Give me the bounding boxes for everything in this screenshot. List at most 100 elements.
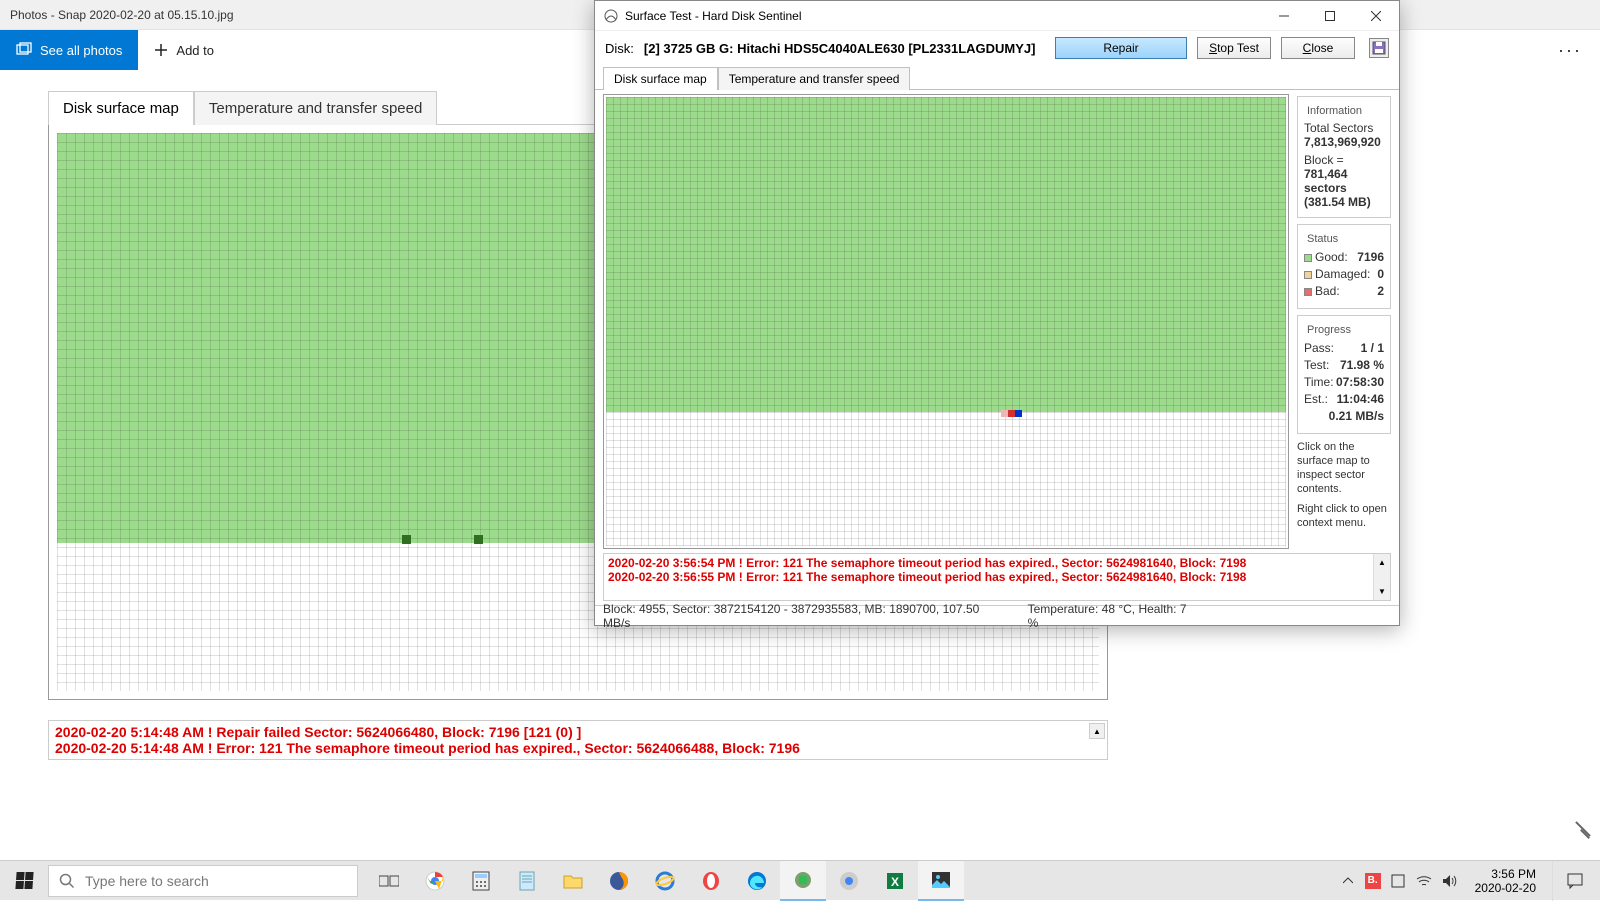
log-scrollbar[interactable]: ▲ ▼	[1373, 554, 1390, 600]
map-damaged-cell	[1001, 410, 1008, 417]
hdsentinel-icon[interactable]	[780, 861, 826, 901]
bg-tab-surface-map: Disk surface map	[48, 91, 194, 125]
excel-icon[interactable]: X	[872, 861, 918, 901]
status-bar: Block: 4955, Sector: 3872154120 - 387293…	[595, 605, 1399, 625]
ie-icon[interactable]	[642, 861, 688, 901]
search-placeholder: Type here to search	[85, 873, 209, 889]
bg-log-line-1: 2020-02-20 5:14:48 AM ! Repair failed Se…	[55, 724, 1101, 740]
hint-click: Click on the surface map to inspect sect…	[1297, 440, 1391, 496]
tab-temperature[interactable]: Temperature and transfer speed	[718, 67, 911, 90]
tray-clock[interactable]: 3:56 PM 2020-02-20	[1467, 867, 1544, 895]
tray-time: 3:56 PM	[1475, 867, 1536, 881]
tray-date: 2020-02-20	[1475, 881, 1536, 895]
close-button[interactable]: Close	[1281, 37, 1355, 59]
scroll-down-icon[interactable]: ▼	[1374, 583, 1390, 600]
good-label: Good:	[1315, 249, 1348, 266]
est-label: Est.:	[1304, 391, 1328, 408]
start-button[interactable]	[0, 861, 48, 901]
windows-logo-icon	[15, 872, 33, 889]
est-value: 11:04:46	[1337, 391, 1384, 408]
test-label: Test:	[1304, 357, 1329, 374]
opera-icon[interactable]	[688, 861, 734, 901]
log-line-2: 2020-02-20 3:56:55 PM ! Error: 121 The s…	[608, 570, 1370, 584]
tab-surface-map[interactable]: Disk surface map	[603, 67, 718, 90]
progress-fieldset: Progress Pass:1 / 1 Test:71.98 % Time:07…	[1297, 315, 1391, 434]
notepad-icon[interactable]	[504, 861, 550, 901]
hint-rightclick: Right click to open context menu.	[1297, 502, 1391, 530]
calculator-icon[interactable]	[458, 861, 504, 901]
chrome-canary-icon[interactable]	[826, 861, 872, 901]
stop-test-button[interactable]: Stop Test	[1197, 37, 1271, 59]
floppy-icon	[1372, 41, 1386, 55]
good-value: 7196	[1357, 249, 1384, 266]
resize-grip-icon[interactable]	[1568, 816, 1590, 838]
time-label: Time:	[1304, 374, 1334, 391]
disk-label: Disk:	[605, 41, 634, 56]
surface-map[interactable]	[603, 94, 1289, 549]
damaged-label: Damaged:	[1315, 266, 1370, 283]
disk-row: Disk: [2] 3725 GB G: Hitachi HDS5C4040AL…	[595, 31, 1399, 65]
photos-title: Photos - Snap 2020-02-20 at 05.15.10.jpg	[10, 8, 234, 22]
good-swatch-icon	[1304, 254, 1312, 262]
add-to-label: Add to	[176, 43, 214, 58]
taskbar-search[interactable]: Type here to search	[48, 865, 358, 897]
scroll-up-icon[interactable]: ▲	[1374, 554, 1390, 571]
info-block-value-2: (381.54 MB)	[1304, 195, 1384, 209]
time-value: 07:58:30	[1336, 374, 1384, 391]
more-button[interactable]: ···	[1540, 40, 1600, 61]
search-icon	[59, 873, 75, 889]
chrome-icon[interactable]	[412, 861, 458, 901]
log-line-1: 2020-02-20 3:56:54 PM ! Error: 121 The s…	[608, 556, 1370, 570]
bg-tab-temperature: Temperature and transfer speed	[194, 91, 437, 125]
svg-text:X: X	[891, 875, 899, 889]
info-fieldset: Information Total Sectors 7,813,969,920 …	[1297, 96, 1391, 218]
tray-wifi-icon[interactable]	[1415, 872, 1433, 890]
tray-app-icon[interactable]: B.	[1365, 873, 1381, 889]
dialog-log[interactable]: 2020-02-20 3:56:54 PM ! Error: 121 The s…	[603, 553, 1391, 601]
info-total-value: 7,813,969,920	[1304, 135, 1384, 149]
surface-test-dialog: Surface Test - Hard Disk Sentinel Disk: …	[594, 0, 1400, 626]
pass-value: 1 / 1	[1361, 340, 1384, 357]
bg-dark-block-1	[402, 535, 411, 544]
see-all-photos-button[interactable]: See all photos	[0, 30, 138, 70]
status-block-info: Block: 4955, Sector: 3872154120 - 387293…	[603, 602, 988, 630]
explorer-icon[interactable]	[550, 861, 596, 901]
tray-chevron-icon[interactable]	[1339, 872, 1357, 890]
bad-swatch-icon	[1304, 288, 1312, 296]
save-button[interactable]	[1369, 38, 1389, 58]
status-fieldset: Status Good:7196 Damaged:0 Bad:2	[1297, 224, 1391, 309]
bad-label: Bad:	[1315, 283, 1340, 300]
test-value: 71.98 %	[1340, 357, 1384, 374]
system-tray: B. 3:56 PM 2020-02-20	[1339, 861, 1600, 901]
tray-notifications-icon[interactable]	[1552, 861, 1596, 901]
bg-log: 2020-02-20 5:14:48 AM ! Repair failed Se…	[48, 720, 1108, 760]
plus-icon	[154, 43, 168, 57]
dialog-titlebar[interactable]: Surface Test - Hard Disk Sentinel	[595, 1, 1399, 31]
maximize-button[interactable]	[1307, 1, 1353, 31]
damaged-value: 0	[1377, 266, 1384, 283]
minimize-button[interactable]	[1261, 1, 1307, 31]
tray-volume-icon[interactable]	[1441, 872, 1459, 890]
progress-legend: Progress	[1304, 324, 1354, 336]
see-all-label: See all photos	[40, 43, 122, 58]
app-icon	[603, 8, 619, 24]
bad-value: 2	[1377, 283, 1384, 300]
task-view-button[interactable]	[366, 861, 412, 901]
side-panel: Information Total Sectors 7,813,969,920 …	[1289, 90, 1399, 553]
bg-scroll-up-button: ▲	[1089, 723, 1105, 739]
disk-value: [2] 3725 GB G: Hitachi HDS5C4040ALE630 […	[644, 41, 1045, 56]
bg-dark-block-2	[474, 535, 483, 544]
bg-log-line-2: 2020-02-20 5:14:48 AM ! Error: 121 The s…	[55, 740, 1101, 756]
taskbar-apps: X	[366, 861, 964, 901]
close-window-button[interactable]	[1353, 1, 1399, 31]
map-current-cells	[1001, 410, 1022, 417]
add-to-button[interactable]: Add to	[138, 30, 230, 70]
info-block-value-1: 781,464 sectors	[1304, 167, 1384, 195]
repair-button[interactable]: Repair	[1055, 37, 1187, 59]
tray-meter-icon[interactable]	[1389, 872, 1407, 890]
edge-icon[interactable]	[734, 861, 780, 901]
photos-taskbar-icon[interactable]	[918, 861, 964, 901]
firefox-icon[interactable]	[596, 861, 642, 901]
taskbar: Type here to search X B. 3:56 PM 2020-02…	[0, 860, 1600, 900]
info-legend: Information	[1304, 105, 1365, 117]
